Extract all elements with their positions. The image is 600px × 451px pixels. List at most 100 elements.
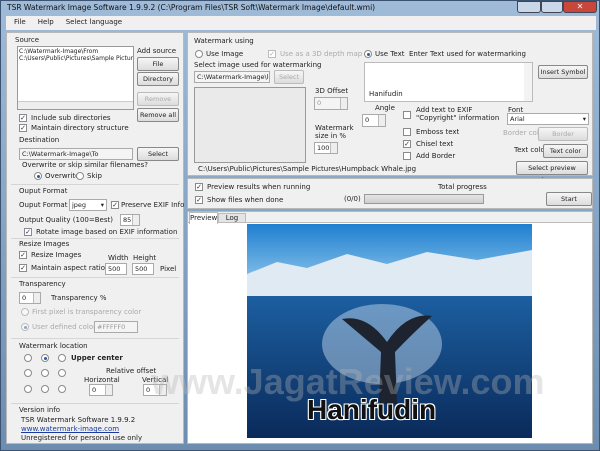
- tab-preview[interactable]: Preview: [189, 212, 218, 224]
- select-preview-button[interactable]: Select preview image: [516, 161, 588, 184]
- color-input[interactable]: #FFFFF0: [94, 321, 138, 333]
- add-directory-button[interactable]: Directory: [137, 72, 179, 86]
- overwrite-label: Overwrite: [45, 172, 80, 180]
- remove-button[interactable]: Remove: [137, 92, 179, 106]
- overwrite-radio[interactable]: [34, 172, 42, 180]
- watermark-heading: Watermark using: [194, 37, 254, 45]
- watermark-text-input[interactable]: Hanifudin: [364, 62, 533, 102]
- destination-input[interactable]: C:\Watermark-Image\To: [19, 148, 133, 160]
- use-3d-checkbox[interactable]: ✓: [268, 50, 276, 58]
- loc-middle-center[interactable]: [41, 369, 49, 377]
- menu-bar: File Help Select language: [6, 16, 596, 30]
- show-files-checkbox[interactable]: ✓: [195, 196, 203, 204]
- border-color-button[interactable]: Border: [538, 127, 588, 141]
- width-input[interactable]: 500: [105, 263, 127, 275]
- height-input[interactable]: 500: [132, 263, 154, 275]
- loc-upper-right[interactable]: [58, 354, 66, 362]
- preview-area: Preview Log Hanifudin: [187, 211, 593, 444]
- maintain-dir-checkbox[interactable]: ✓: [19, 124, 27, 132]
- remove-all-button[interactable]: Remove all: [137, 108, 179, 122]
- preserve-exif-checkbox[interactable]: ✓: [111, 201, 119, 209]
- maintain-dir-label: Maintain directory structure: [31, 124, 129, 132]
- chisel-checkbox[interactable]: ✓: [403, 140, 411, 148]
- add-border-checkbox[interactable]: [403, 152, 411, 160]
- destination-select-button[interactable]: Select: [137, 147, 179, 161]
- aspect-checkbox[interactable]: ✓: [19, 264, 27, 272]
- resize-checkbox[interactable]: ✓: [19, 251, 27, 259]
- output-format-select[interactable]: jpeg ▾: [69, 199, 107, 211]
- insert-symbol-button[interactable]: Insert Symbol: [538, 65, 588, 79]
- add-file-button[interactable]: File: [137, 57, 179, 71]
- overwrite-question: Overwrite or skip similar filenames?: [22, 161, 148, 169]
- skip-radio[interactable]: [76, 172, 84, 180]
- loc-middle-right[interactable]: [58, 369, 66, 377]
- run-panel: ✓ Preview results when running ✓ Show fi…: [187, 178, 593, 209]
- source-list[interactable]: C:\Watermark-Image\From C:\Users\Public\…: [17, 46, 134, 110]
- select-image-button[interactable]: Select: [274, 70, 304, 84]
- source-item[interactable]: C:\Users\Public\Pictures\Sample Pictures: [19, 55, 133, 62]
- minimize-button[interactable]: [517, 1, 541, 13]
- font-select[interactable]: Arial ▾: [507, 113, 589, 125]
- rotate-label: Rotate image based on EXIF information: [36, 228, 178, 236]
- source-item[interactable]: C:\Watermark-Image\From: [19, 48, 132, 55]
- preview-path: C:\Users\Public\Pictures\Sample Pictures…: [198, 165, 417, 173]
- transparency-input[interactable]: 0: [19, 292, 41, 304]
- use-image-radio[interactable]: [195, 50, 203, 58]
- window-title: TSR Watermark Image Software 1.9.9.2 (C:…: [7, 3, 376, 12]
- version-heading: Version info: [19, 406, 61, 414]
- loc-lower-left[interactable]: [24, 385, 32, 393]
- exif-copyright-label: Add text to EXIF "Copyright" information: [416, 106, 500, 122]
- horizontal-scrollbar[interactable]: [18, 101, 133, 109]
- horizontal-offset-input[interactable]: 0: [89, 384, 113, 396]
- width-label: Width: [108, 254, 129, 262]
- quality-input[interactable]: 85: [120, 214, 140, 226]
- tab-log[interactable]: Log: [218, 213, 246, 223]
- destination-heading: Destination: [19, 136, 60, 144]
- include-sub-checkbox[interactable]: ✓: [19, 114, 27, 122]
- add-border-label: Add Border: [416, 152, 456, 160]
- text-color-button[interactable]: Text color: [543, 144, 588, 158]
- close-button[interactable]: ✕: [563, 1, 597, 13]
- emboss-checkbox[interactable]: [403, 128, 411, 136]
- aspect-label: Maintain aspect ratio: [31, 264, 105, 272]
- select-image-label: Select image used for watermarking: [194, 61, 322, 69]
- loc-upper-left[interactable]: [24, 354, 32, 362]
- angle-input[interactable]: 0: [362, 114, 386, 127]
- first-pixel-radio[interactable]: [21, 308, 29, 316]
- menu-help[interactable]: Help: [38, 18, 54, 28]
- loc-lower-right[interactable]: [58, 385, 66, 393]
- exif-copyright-checkbox[interactable]: [403, 111, 411, 119]
- size-input[interactable]: 100: [314, 142, 338, 154]
- loc-lower-center[interactable]: [41, 385, 49, 393]
- loc-upper-center[interactable]: [41, 354, 49, 362]
- preview-running-checkbox[interactable]: ✓: [195, 183, 203, 191]
- start-button[interactable]: Start: [546, 192, 592, 206]
- maximize-button[interactable]: [541, 1, 563, 13]
- app-window: TSR Watermark Image Software 1.9.9.2 (C:…: [0, 0, 600, 451]
- user-color-radio[interactable]: [21, 323, 29, 331]
- loc-middle-left[interactable]: [24, 369, 32, 377]
- include-sub-label: Include sub directories: [31, 114, 111, 122]
- resize-heading: Resize Images: [19, 240, 70, 248]
- add-source-label: Add source: [137, 47, 177, 55]
- registration-status: Unregistered for personal use only: [21, 434, 143, 442]
- pixel-label: Pixel: [160, 265, 177, 273]
- quality-label: Output Quality (100=Best): [19, 216, 113, 224]
- menu-language[interactable]: Select language: [66, 18, 122, 28]
- location-selected: Upper center: [71, 354, 123, 362]
- menu-file[interactable]: File: [14, 18, 26, 28]
- resize-label: Resize Images: [31, 251, 82, 259]
- total-progress-label: Total progress: [438, 183, 487, 191]
- output-format-label: Ouput Format: [19, 201, 68, 209]
- image-path-input[interactable]: C:\Watermark-Image\lo: [194, 71, 270, 83]
- use-text-radio[interactable]: [364, 50, 372, 58]
- website-link[interactable]: www.watermark-image.com: [21, 425, 119, 433]
- offset-label: 3D Offset: [315, 87, 349, 95]
- vertical-scrollbar[interactable]: [524, 63, 532, 101]
- progress-bar: [364, 194, 484, 204]
- use-image-label: Use Image: [206, 50, 244, 58]
- rotate-checkbox[interactable]: ✓: [24, 228, 32, 236]
- show-files-label: Show files when done: [207, 196, 284, 204]
- site-watermark: www.JagatReview.com: [151, 361, 545, 402]
- offset-input[interactable]: 0: [314, 97, 348, 110]
